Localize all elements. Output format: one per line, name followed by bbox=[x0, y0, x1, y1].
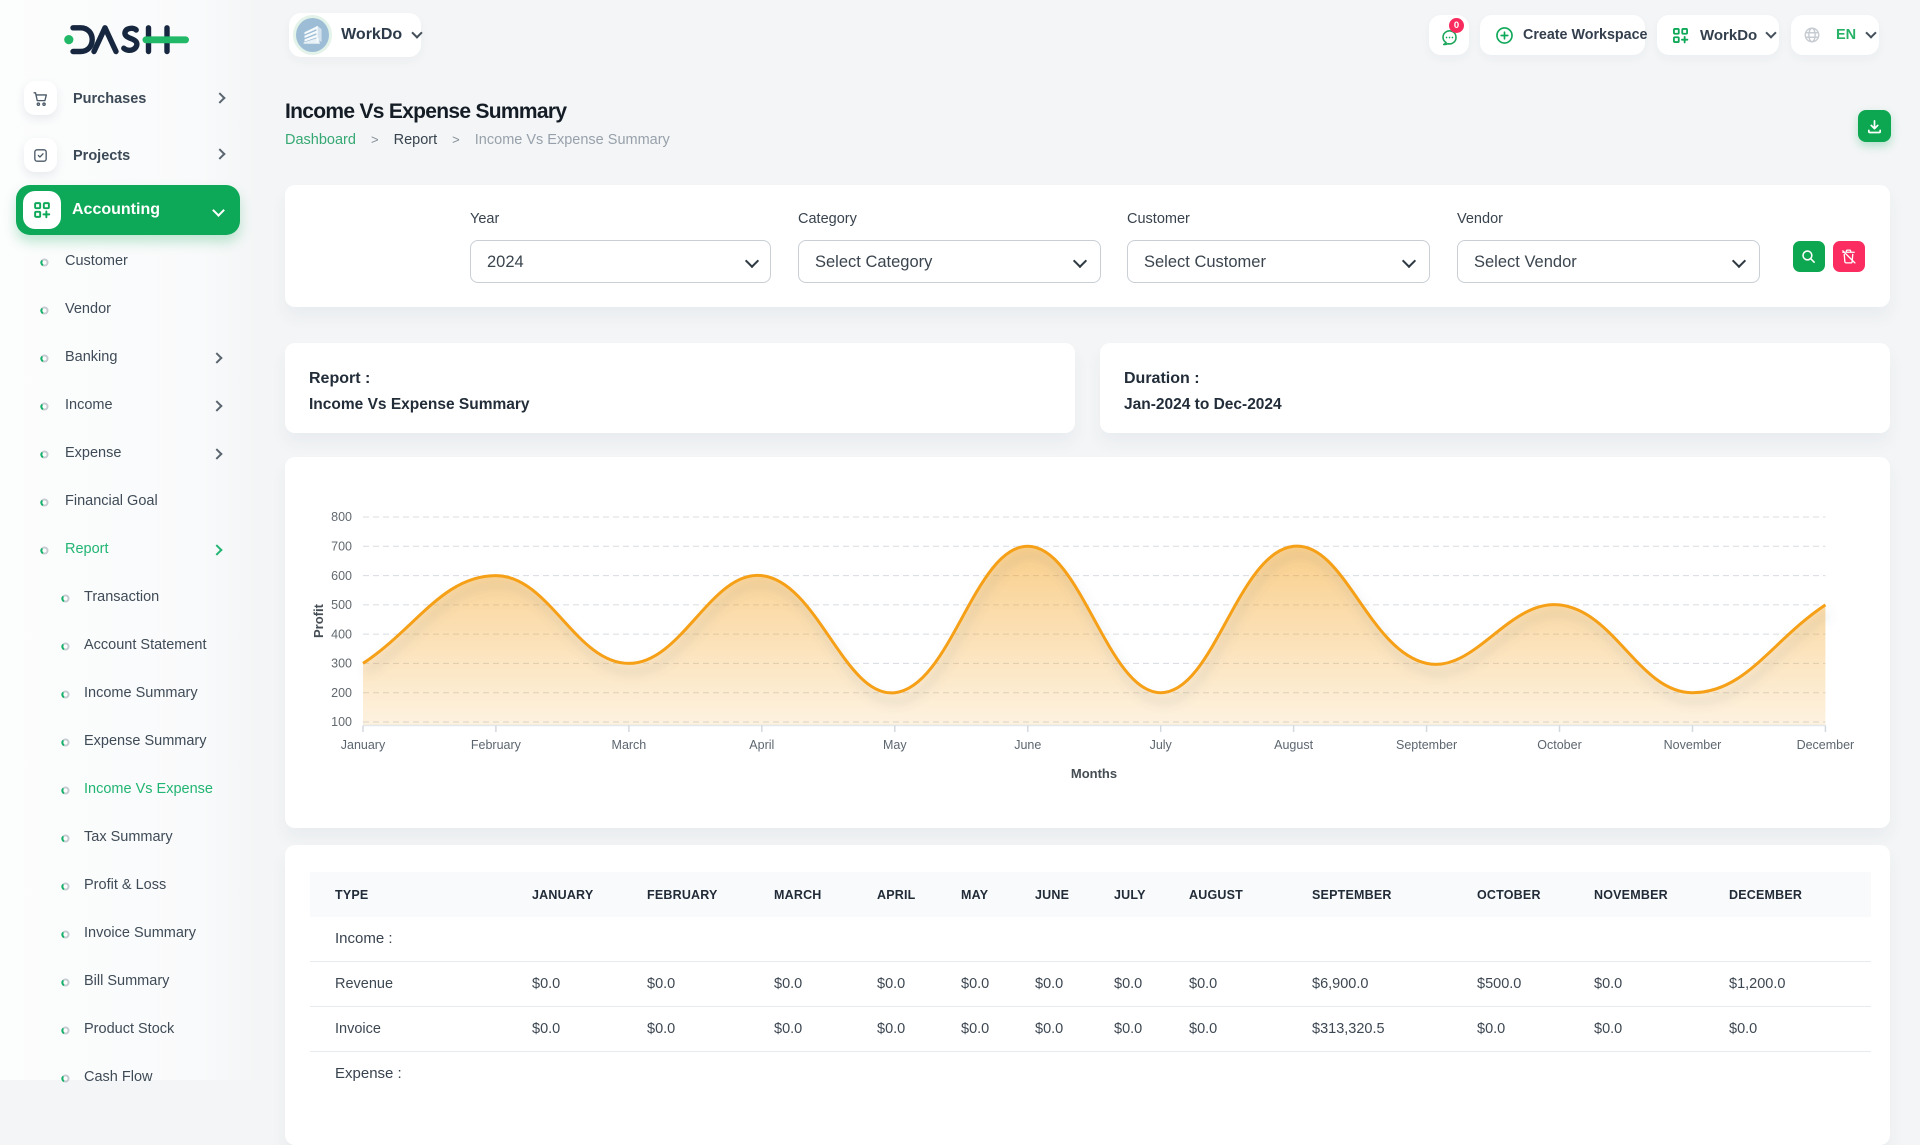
svg-text:April: April bbox=[749, 738, 774, 752]
svg-text:July: July bbox=[1150, 738, 1173, 752]
svg-text:100: 100 bbox=[331, 715, 352, 729]
svg-text:200: 200 bbox=[331, 686, 352, 700]
svg-text:August: August bbox=[1274, 738, 1313, 752]
svg-text:500: 500 bbox=[331, 598, 352, 612]
svg-text:300: 300 bbox=[331, 657, 352, 671]
svg-text:June: June bbox=[1014, 738, 1041, 752]
svg-text:December: December bbox=[1797, 738, 1855, 752]
svg-text:March: March bbox=[612, 738, 647, 752]
svg-text:February: February bbox=[471, 738, 522, 752]
svg-text:October: October bbox=[1537, 738, 1581, 752]
svg-text:May: May bbox=[883, 738, 907, 752]
svg-text:600: 600 bbox=[331, 569, 352, 583]
svg-text:800: 800 bbox=[331, 510, 352, 524]
svg-text:400: 400 bbox=[331, 627, 352, 641]
svg-text:January: January bbox=[341, 738, 386, 752]
svg-text:November: November bbox=[1664, 738, 1722, 752]
svg-text:September: September bbox=[1396, 738, 1457, 752]
svg-text:700: 700 bbox=[331, 540, 352, 554]
svg-text:Profit: Profit bbox=[311, 603, 326, 638]
svg-text:Months: Months bbox=[1071, 766, 1117, 781]
